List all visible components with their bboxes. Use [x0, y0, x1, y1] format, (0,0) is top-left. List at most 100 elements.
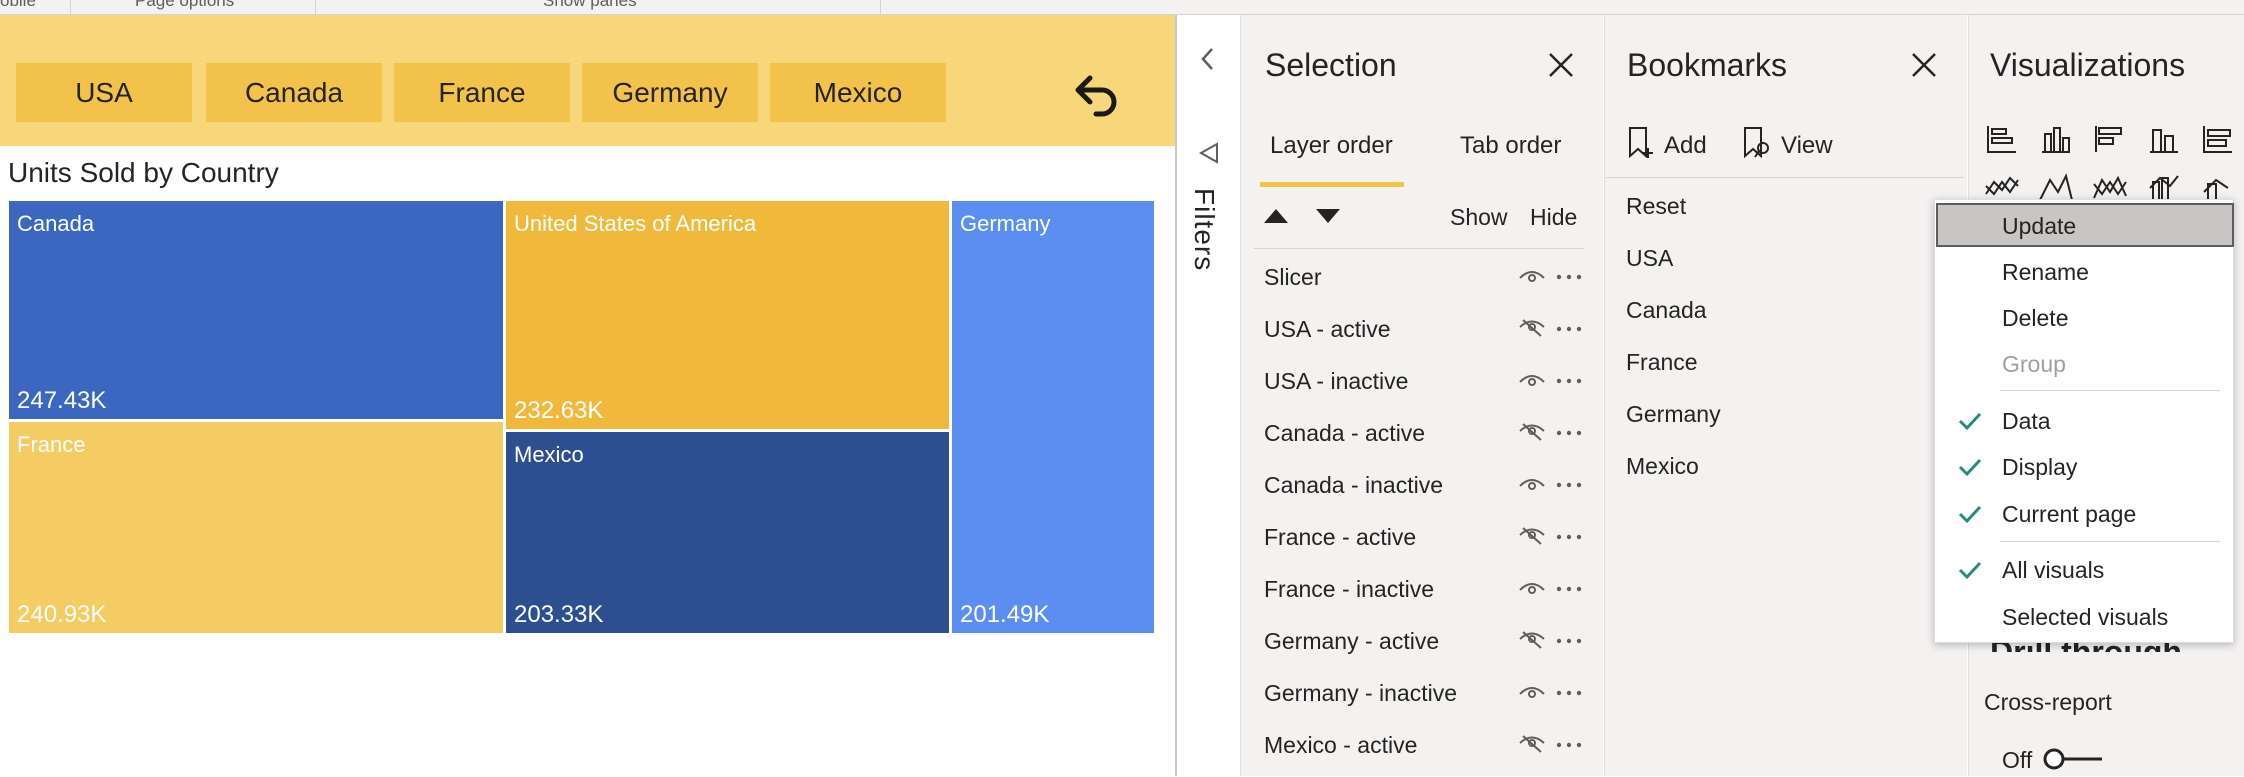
bookmarks-pane: [1604, 15, 1967, 776]
percent-bar-chart-icon[interactable]: [2200, 122, 2236, 156]
ribbon-strip: obile Page options Show panes: [0, 0, 2244, 15]
eye-icon[interactable]: [1518, 577, 1546, 597]
slicer-button-germany[interactable]: Germany: [582, 63, 758, 122]
layer-item[interactable]: USA - inactive: [1264, 368, 1408, 395]
clustered-column-chart-icon[interactable]: [2146, 122, 2182, 156]
menu-item-current-page[interactable]: Current page: [1936, 491, 2234, 535]
treemap-tile[interactable]: France 240.93K: [9, 422, 503, 633]
layer-item[interactable]: Germany - inactive: [1264, 680, 1457, 707]
layer-item[interactable]: Canada - inactive: [1264, 472, 1443, 499]
menu-item-display[interactable]: Display: [1936, 444, 2234, 488]
cross-report-label: Cross-report: [1984, 689, 2112, 715]
eye-icon[interactable]: [1518, 473, 1546, 493]
selection-divider: [1254, 248, 1584, 249]
treemap-tile[interactable]: United States of America 232.63K: [506, 201, 949, 429]
menu-item-label: Rename: [2002, 259, 2089, 285]
slicer-button-france[interactable]: France: [394, 63, 570, 122]
bookmark-item[interactable]: Reset: [1626, 193, 1686, 220]
menu-item-all-visuals[interactable]: All visuals: [1936, 547, 2234, 591]
visualizations-pane-title: Visualizations: [1990, 47, 2186, 83]
menu-item-label: Group: [2002, 351, 2066, 377]
tab-active-underline: [1260, 182, 1404, 187]
menu-item-label: Delete: [2002, 305, 2069, 331]
more-options-icon[interactable]: [1556, 424, 1582, 436]
layer-item[interactable]: USA - active: [1264, 316, 1391, 343]
eye-hidden-icon[interactable]: [1518, 733, 1546, 753]
cross-report-toggle-label: Off: [2002, 747, 2033, 773]
bookmark-item[interactable]: USA: [1626, 245, 1673, 272]
menu-item-label: Data: [2002, 408, 2051, 434]
ribbon-item-show-panes[interactable]: Show panes: [543, 0, 637, 11]
menu-item-label: Update: [2002, 213, 2077, 239]
undo-arrow-icon[interactable]: [1066, 70, 1126, 120]
add-bookmark-icon[interactable]: [1626, 126, 1654, 160]
menu-item-update[interactable]: Update: [1936, 203, 2234, 247]
treemap-tile[interactable]: Mexico 203.33K: [506, 432, 949, 633]
ribbon-item-mobile[interactable]: obile: [0, 0, 36, 11]
layer-item[interactable]: Germany - active: [1264, 628, 1439, 655]
bookmark-item[interactable]: France: [1626, 349, 1698, 376]
selection-close-icon[interactable]: [1546, 50, 1576, 80]
menu-item-delete[interactable]: Delete: [1936, 295, 2234, 339]
layer-item[interactable]: Mexico - active: [1264, 732, 1417, 759]
treemap-tile[interactable]: Canada 247.43K: [9, 201, 503, 419]
more-options-icon[interactable]: [1556, 684, 1582, 696]
bookmark-item[interactable]: Mexico: [1626, 453, 1699, 480]
slicer-button-canada[interactable]: Canada: [206, 63, 382, 122]
more-options-icon[interactable]: [1556, 476, 1582, 488]
checkmark-icon: [1958, 559, 1982, 580]
menu-separator: [2000, 390, 2220, 391]
more-options-icon[interactable]: [1556, 580, 1582, 592]
menu-separator: [2000, 541, 2220, 542]
filter-funnel-icon[interactable]: [1197, 141, 1221, 165]
eye-icon[interactable]: [1518, 369, 1546, 389]
eye-icon[interactable]: [1518, 681, 1546, 701]
menu-item-group: Group: [1936, 341, 2234, 385]
bookmarks-close-icon[interactable]: [1909, 50, 1939, 80]
selection-pane-title: Selection: [1265, 47, 1397, 83]
more-options-icon[interactable]: [1556, 372, 1582, 384]
treemap-tile[interactable]: Germany 201.49K: [952, 201, 1154, 633]
menu-item-label: Current page: [2002, 501, 2137, 527]
view-bookmark-icon[interactable]: [1741, 126, 1773, 160]
more-options-icon[interactable]: [1556, 268, 1582, 280]
layer-item[interactable]: France - active: [1264, 524, 1416, 551]
view-bookmark-button[interactable]: View: [1781, 132, 1833, 160]
move-down-icon[interactable]: [1314, 206, 1342, 226]
more-options-icon[interactable]: [1556, 528, 1582, 540]
collapse-chevron-left-icon[interactable]: [1196, 44, 1220, 74]
stacked-column-chart-icon[interactable]: [2038, 122, 2074, 156]
hide-all-button[interactable]: Hide: [1530, 204, 1577, 231]
move-up-icon[interactable]: [1262, 206, 1290, 226]
bookmark-item[interactable]: Germany: [1626, 401, 1721, 428]
filters-pane-label[interactable]: Filters: [1188, 188, 1220, 271]
tab-layer-order[interactable]: Layer order: [1270, 132, 1393, 160]
menu-item-data[interactable]: Data: [1936, 398, 2234, 442]
menu-item-rename[interactable]: Rename: [1936, 249, 2234, 293]
tab-tab-order[interactable]: Tab order: [1460, 132, 1561, 160]
add-bookmark-button[interactable]: Add: [1664, 132, 1707, 160]
more-options-icon[interactable]: [1556, 320, 1582, 332]
layer-item[interactable]: Canada - active: [1264, 420, 1425, 447]
layer-item[interactable]: Slicer: [1264, 264, 1322, 291]
show-all-button[interactable]: Show: [1450, 204, 1508, 231]
eye-icon[interactable]: [1518, 265, 1546, 285]
ribbon-item-page-options[interactable]: Page options: [135, 0, 234, 11]
treemap-tile-value: 203.33K: [514, 601, 604, 628]
menu-item-selected-visuals[interactable]: Selected visuals: [1936, 594, 2234, 638]
layer-item[interactable]: France - inactive: [1264, 576, 1434, 603]
stacked-bar-chart-icon[interactable]: [1984, 122, 2020, 156]
more-options-icon[interactable]: [1556, 632, 1582, 644]
clustered-bar-chart-icon[interactable]: [2092, 122, 2128, 156]
slicer-button-mexico[interactable]: Mexico: [770, 63, 946, 122]
bookmark-item[interactable]: Canada: [1626, 297, 1707, 324]
eye-hidden-icon[interactable]: [1518, 525, 1546, 545]
ribbon-separator: [70, 0, 71, 14]
more-options-icon[interactable]: [1556, 736, 1582, 748]
eye-hidden-icon[interactable]: [1518, 421, 1546, 441]
eye-hidden-icon[interactable]: [1518, 317, 1546, 337]
checkmark-icon: [1958, 410, 1982, 431]
cross-report-toggle[interactable]: [2042, 746, 2106, 772]
slicer-button-usa[interactable]: USA: [16, 63, 192, 122]
eye-hidden-icon[interactable]: [1518, 629, 1546, 649]
